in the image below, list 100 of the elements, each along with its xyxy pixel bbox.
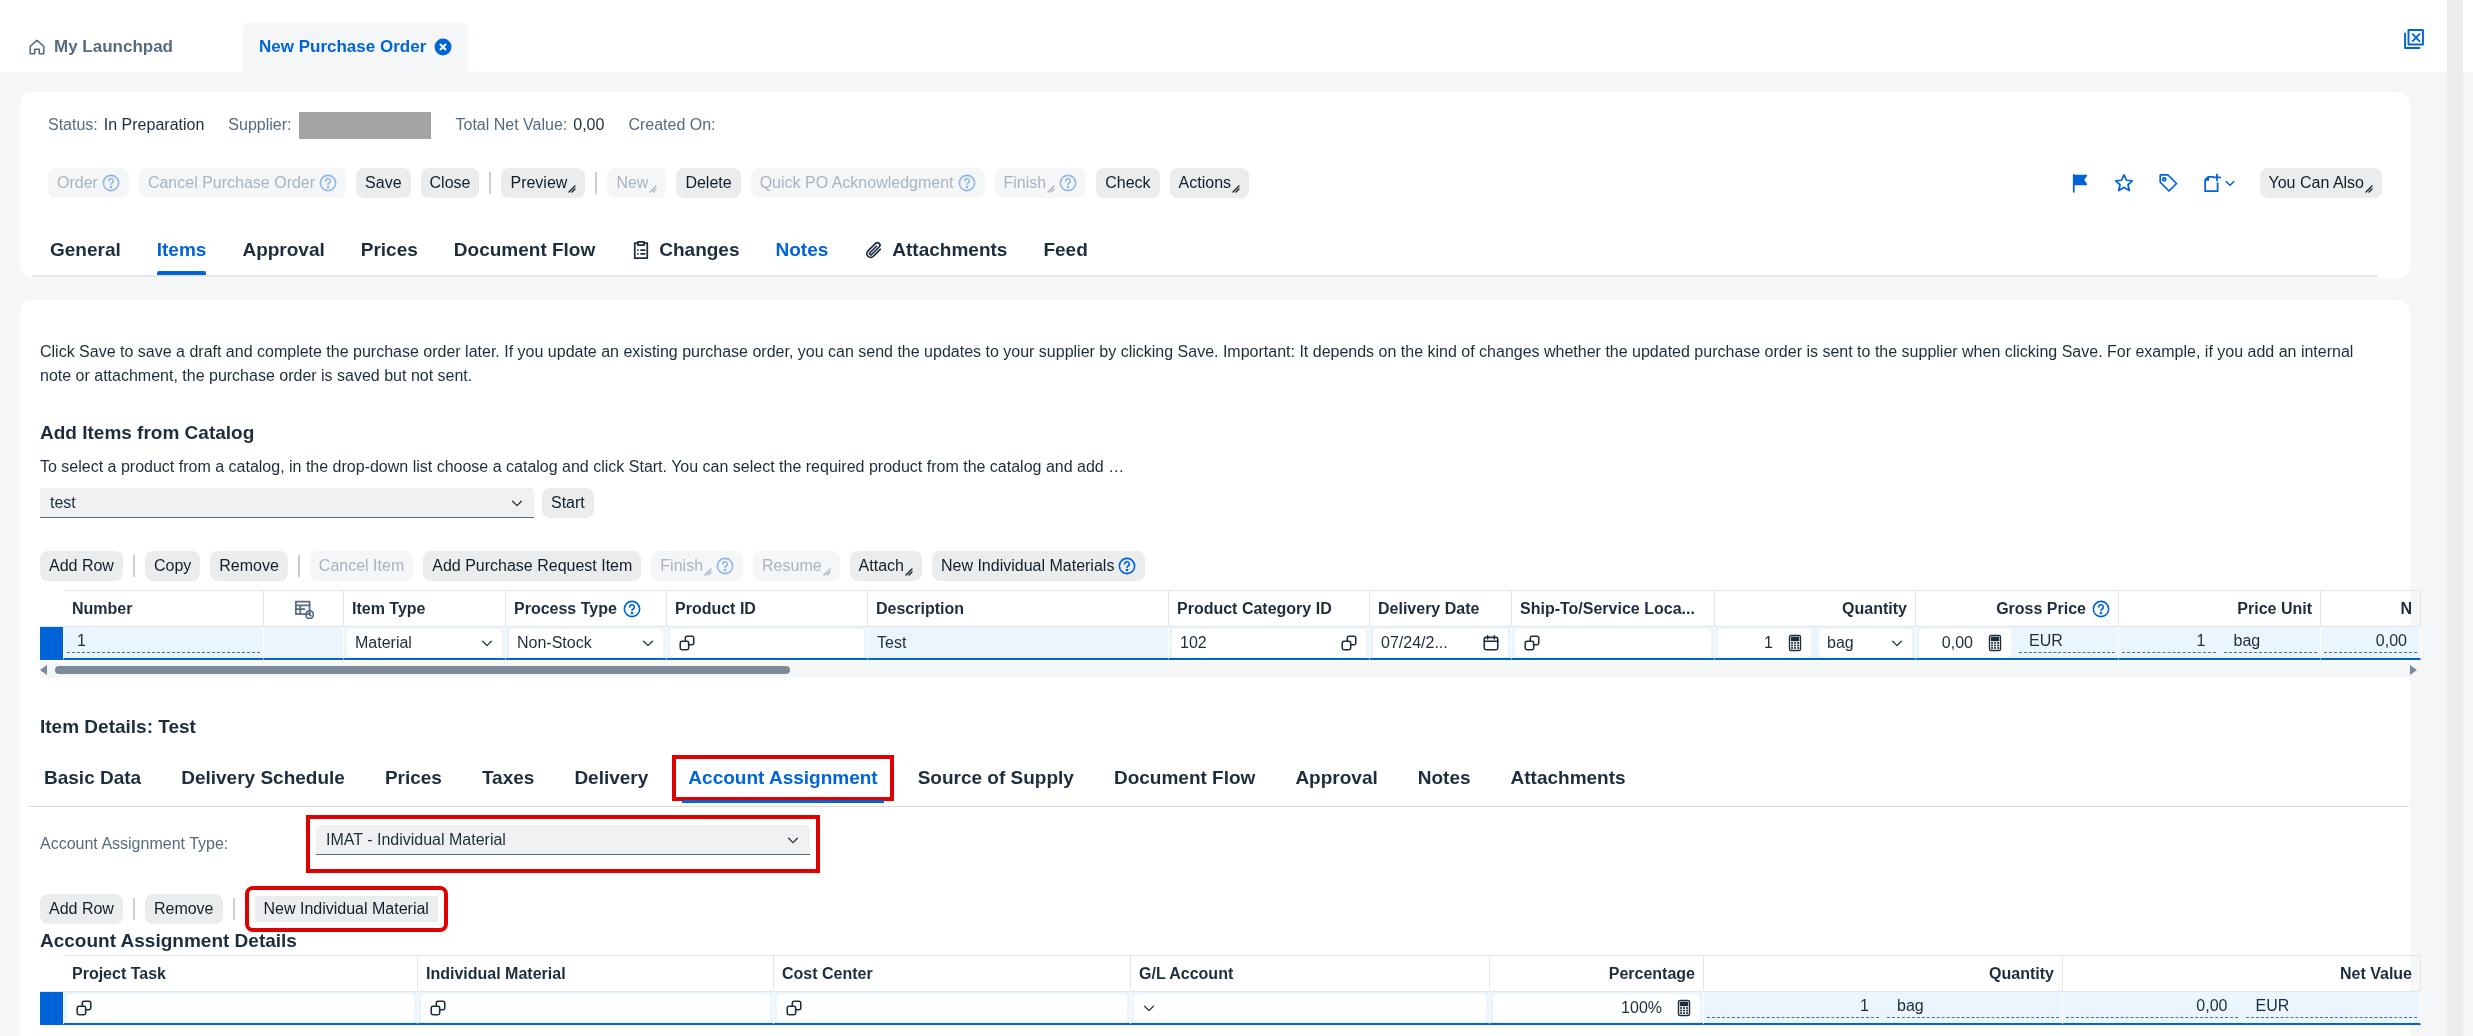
help-icon xyxy=(101,174,120,192)
help-icon xyxy=(957,174,976,192)
row-selection-marker[interactable] xyxy=(40,626,64,660)
menu-indicator-icon xyxy=(1232,185,1241,193)
you-can-also-button[interactable]: You Can Also xyxy=(2259,168,2382,198)
help-icon xyxy=(2092,599,2110,618)
toolbar-button[interactable]: Add Row xyxy=(40,551,123,581)
close-icon[interactable] xyxy=(434,38,453,56)
number-field[interactable]: 1 xyxy=(1718,628,1811,657)
value-help-field[interactable] xyxy=(1515,628,1711,657)
number-field[interactable]: 0,00 xyxy=(1919,628,2011,657)
help-icon xyxy=(1059,174,1078,192)
toolbar-button[interactable]: Save xyxy=(356,168,411,198)
number-field[interactable]: 100% xyxy=(1493,993,1700,1022)
calculator-icon xyxy=(1676,998,1692,1017)
toolbar-button[interactable]: Attach xyxy=(849,551,922,581)
input-field[interactable]: EUR xyxy=(2019,632,2115,653)
value-help-icon xyxy=(678,633,696,652)
section-tab[interactable]: Items xyxy=(138,227,225,273)
calendar-icon xyxy=(1482,633,1500,652)
input-field[interactable]: bag xyxy=(1887,997,2059,1018)
detail-tab[interactable]: Delivery xyxy=(558,755,665,801)
section-title: Item Details: Test xyxy=(40,715,197,739)
input-field[interactable]: EUR xyxy=(2245,997,2417,1018)
help-icon xyxy=(716,557,735,575)
section-tab[interactable]: Notes xyxy=(757,227,847,273)
new-document-icon xyxy=(2201,173,2222,193)
toolbar-button[interactable]: Delete xyxy=(676,168,741,198)
dropdown-field[interactable]: bag xyxy=(1819,628,1912,657)
menu-indicator-icon xyxy=(704,568,713,576)
supplier-label: Supplier: xyxy=(228,116,292,134)
detail-tab[interactable]: Attachments xyxy=(1494,755,1642,801)
toolbar-button[interactable]: Copy xyxy=(144,551,201,581)
tag-icon xyxy=(2157,173,2178,193)
detail-tab[interactable]: Document Flow xyxy=(1097,755,1272,801)
catalog-dropdown[interactable]: test xyxy=(40,488,534,518)
home-icon xyxy=(28,38,46,56)
calculator-icon xyxy=(1987,633,2003,652)
value-help-field[interactable] xyxy=(67,993,414,1022)
toolbar-button[interactable]: Actions xyxy=(1169,168,1250,198)
input-field[interactable]: 0,00 xyxy=(2066,997,2238,1018)
detail-tab[interactable]: Notes xyxy=(1401,755,1487,801)
value-help-field[interactable] xyxy=(421,993,770,1022)
detail-tab[interactable]: Delivery Schedule xyxy=(165,755,361,801)
shell-tab[interactable]: New Purchase Order xyxy=(243,22,469,72)
detail-tab[interactable]: Basic Data xyxy=(28,755,158,801)
dropdown-field[interactable]: Material xyxy=(347,628,502,657)
table-settings-icon xyxy=(293,598,314,619)
value-help-icon xyxy=(75,998,93,1017)
toolbar-button[interactable]: Remove xyxy=(210,551,288,581)
value-help-icon xyxy=(1340,633,1358,652)
section-tab[interactable]: Document Flow xyxy=(435,227,614,273)
toolbar-button[interactable]: New Individual Materials xyxy=(931,551,1146,581)
row-selection-marker[interactable] xyxy=(40,991,64,1025)
total-net-value-field: Total Net Value: 0,00 xyxy=(455,116,605,134)
field-label: Account Assignment Type: xyxy=(40,835,230,853)
date-field[interactable]: 07/24/2... xyxy=(1373,628,1508,657)
menu-indicator-icon xyxy=(568,185,577,193)
menu-indicator-icon xyxy=(2365,185,2373,193)
toolbar-button[interactable]: New Individual Material xyxy=(244,886,448,932)
input-field[interactable]: 1 xyxy=(1707,997,1879,1018)
section-tab[interactable]: Changes xyxy=(613,227,758,273)
menu-indicator-icon xyxy=(822,568,831,576)
detail-tab[interactable]: Prices xyxy=(368,755,458,801)
toolbar-button[interactable]: Add Row xyxy=(40,894,123,924)
close-window-icon xyxy=(2403,28,2425,50)
section-tab[interactable]: General xyxy=(32,227,139,273)
section-tab[interactable]: Prices xyxy=(342,227,436,273)
section-tab[interactable]: Attachments xyxy=(846,227,1026,273)
section-tab[interactable]: Approval xyxy=(224,227,343,273)
catalog-description: To select a product from a catalog, in the drop-down list choose a catalog and click Start. You can select the required product from the catalog and add … xyxy=(40,458,1126,476)
value-help-field[interactable]: 102 xyxy=(1172,628,1366,657)
calculator-icon xyxy=(1787,633,1803,652)
toolbar-button[interactable]: Check xyxy=(1096,168,1160,198)
toolbar-button[interactable]: Remove xyxy=(144,894,223,924)
dropdown-field[interactable] xyxy=(1134,993,1486,1022)
section-title: Add Items from Catalog xyxy=(40,421,256,445)
help-icon xyxy=(319,174,338,192)
detail-tab[interactable]: Account Assignment xyxy=(672,755,894,801)
toolbar-button[interactable]: Add Purchase Request Item xyxy=(423,551,642,581)
dropdown-field[interactable]: Non-Stock xyxy=(509,628,663,657)
detail-tab[interactable]: Source of Supply xyxy=(901,755,1090,801)
value-help-icon xyxy=(1523,633,1541,652)
toolbar-button[interactable]: Preview xyxy=(501,168,586,198)
start-button[interactable]: Start xyxy=(542,488,594,518)
input-field[interactable]: 1 xyxy=(2122,632,2216,653)
section-title: Account Assignment Details xyxy=(40,929,298,953)
created-on-label: Created On: xyxy=(628,116,716,134)
detail-tab[interactable]: Taxes xyxy=(465,755,551,801)
shell-tab[interactable]: My Launchpad xyxy=(12,22,189,72)
section-tab[interactable]: Feed xyxy=(1025,227,1106,273)
account-assignment-type-dropdown[interactable]: IMAT - Individual Material xyxy=(316,825,810,855)
detail-tab[interactable]: Approval xyxy=(1279,755,1394,801)
value-help-field[interactable] xyxy=(777,993,1127,1022)
help-icon xyxy=(622,599,641,618)
status-field: Status: In Preparation xyxy=(48,116,205,134)
value-help-field[interactable] xyxy=(670,628,864,657)
toolbar-button[interactable]: Close xyxy=(420,168,480,198)
input-field[interactable]: bag xyxy=(2223,632,2317,653)
star-icon xyxy=(2113,173,2134,193)
